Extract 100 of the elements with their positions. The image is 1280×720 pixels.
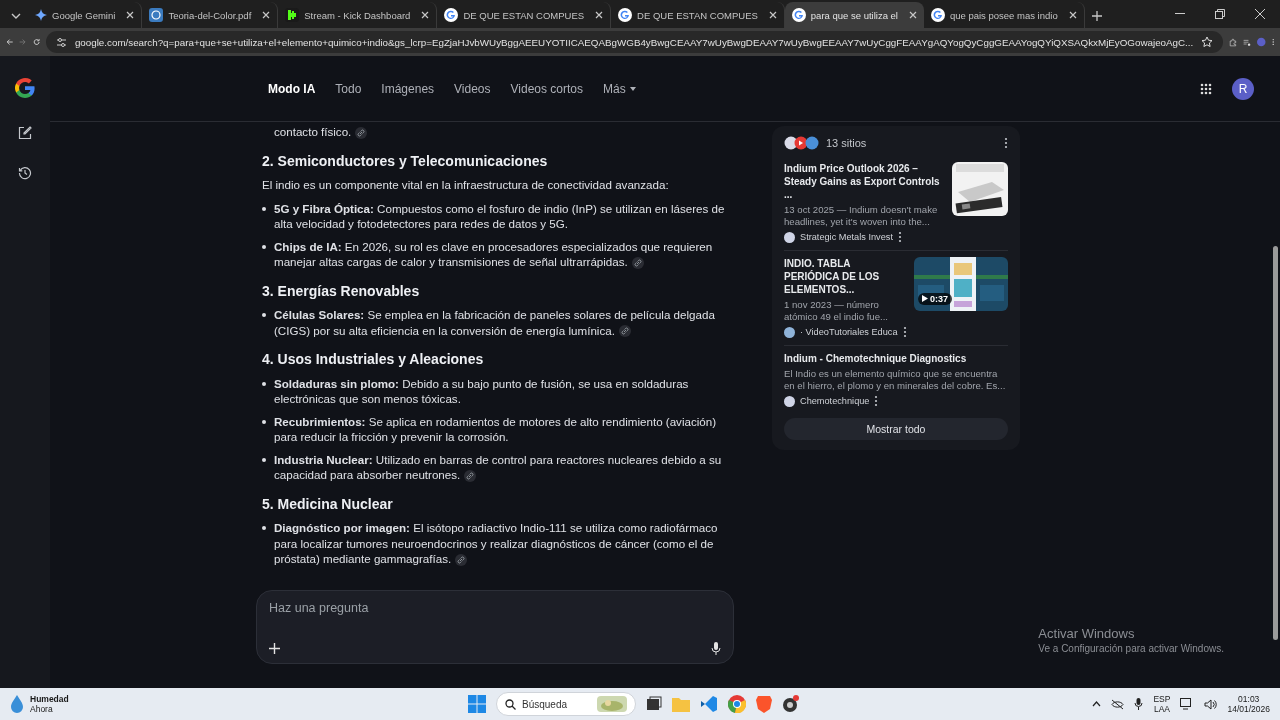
bullet-text: Recubrimientos: Se aplica en rodamientos de motores de alto rendimiento (aviación) para reducir la fricción y prevenir la corrosión. xyxy=(274,413,718,445)
video-duration: 0:37 xyxy=(918,293,952,305)
speaker-icon[interactable] xyxy=(1204,698,1218,710)
k-logo-icon xyxy=(285,8,300,22)
nav-tab[interactable]: Imágenes xyxy=(381,81,435,96)
g-logo-icon xyxy=(618,8,633,22)
nav-tab[interactable]: Modo IA xyxy=(268,81,316,96)
source-snippet: 13 oct 2025 — Indium doesn't make headlines, yet it's woven into the... xyxy=(784,204,939,228)
bullet-icon xyxy=(262,381,266,386)
activation-title: Activar Windows xyxy=(1038,626,1136,641)
site-name: Chemotechnique xyxy=(800,396,870,406)
google-logo-icon[interactable] xyxy=(13,76,37,100)
task-view-icon[interactable] xyxy=(646,696,662,712)
nav-tab[interactable]: Videos cortos xyxy=(510,81,584,96)
lion-shield-icon[interactable] xyxy=(756,695,772,713)
answer-text: contacto físico. xyxy=(262,124,728,140)
bullet-text: Soldaduras sin plomo: Debido a su bajo punto de fusión, se usa en soldaduras electrónicas que son menos tóxicas. xyxy=(274,375,690,407)
g-logo-icon xyxy=(444,8,459,22)
more-icon[interactable] xyxy=(874,395,879,407)
section-heading: 3. Energías Renovables xyxy=(262,283,421,299)
nav-tab[interactable]: Todo xyxy=(335,81,362,96)
link-icon[interactable] xyxy=(464,469,477,482)
site-name: · VideoTutoriales Educa xyxy=(800,327,898,337)
scrollbar-thumb[interactable] xyxy=(1273,246,1278,640)
bullet-text: Chips de IA: En 2026, su rol es clave en procesadores especializados que requieren manejar altas cargas de calor y transmisiones de señal ultrarrápidas. xyxy=(274,238,714,270)
account-avatar[interactable]: R xyxy=(1232,77,1254,100)
more-icon[interactable] xyxy=(902,326,907,338)
caret-icon xyxy=(629,86,636,91)
g-logo-icon xyxy=(791,8,806,22)
eye-off-icon[interactable] xyxy=(1111,698,1125,710)
close-icon[interactable] xyxy=(908,11,917,19)
site-settings-icon[interactable] xyxy=(55,36,67,48)
url-text: google.com/search?q=para+que+se+utiliza+el+elemento+quimico+indio&gs_lcrp=EgZjaHJvbWUyBggAEEUYOTIICAEQABgWGB4yBwgCEAAY7wUyBwgDEAAY7wUyBwgEEAAY7wUyCggFEAAYgAQYogQyCggGEAAYogQYiQXSAQkxMjEyOGowajeoAgC... xyxy=(74,36,1194,48)
site-favicon-icon xyxy=(784,231,795,243)
close-icon[interactable] xyxy=(126,11,135,19)
link-icon[interactable] xyxy=(355,126,368,139)
back-icon[interactable] xyxy=(6,36,14,48)
microphone-icon[interactable] xyxy=(1134,698,1144,710)
play-icon xyxy=(922,295,928,302)
close-icon[interactable] xyxy=(262,11,271,19)
bullet-icon xyxy=(262,419,266,424)
edit-icon[interactable] xyxy=(18,126,32,140)
minimize-icon xyxy=(1175,13,1185,15)
star-icon[interactable] xyxy=(1201,36,1214,48)
history-icon[interactable] xyxy=(18,166,32,180)
nav-tab[interactable]: Videos xyxy=(454,81,491,96)
plus-icon[interactable] xyxy=(269,643,280,654)
restore-icon xyxy=(1215,9,1225,19)
close-icon xyxy=(1255,9,1265,19)
clock[interactable]: 01:03 14/01/2026 xyxy=(1227,694,1270,714)
apps-grid-icon[interactable] xyxy=(1200,82,1212,95)
close-icon[interactable] xyxy=(421,11,430,19)
link-icon[interactable] xyxy=(618,325,631,338)
section-heading: 5. Medicina Nuclear xyxy=(262,496,394,512)
bullet-icon xyxy=(262,457,266,462)
code-editor-icon[interactable] xyxy=(700,695,718,713)
source-snippet: 1 nov 2023 — número atómico 49 el indio fue... xyxy=(784,299,889,323)
sparkle-icon xyxy=(35,9,47,21)
source-item[interactable]: Indium Price Outlook 2026 – Steady Gains as Export Controls ... 13 oct 2025 — Indium doesn't make headlines, yet it's woven into the... Strategic Metals Invest xyxy=(784,156,1008,251)
section-heading: 4. Usos Industriales y Aleaciones xyxy=(262,352,485,368)
reload-icon[interactable] xyxy=(32,36,40,48)
question-field[interactable]: Haz una pregunta xyxy=(269,601,721,615)
browser-tab[interactable]: para que se utiliza el xyxy=(784,2,924,28)
source-title: INDIO. TABLA PERIÓDICA DE LOS ELEMENTOS... xyxy=(784,257,881,296)
bullet-icon xyxy=(262,526,266,530)
microphone-icon[interactable] xyxy=(711,642,721,655)
source-title: Indium - Chemotechnique Diagnostics xyxy=(784,352,968,365)
g-logo-icon xyxy=(930,8,945,22)
address-bar[interactable]: google.com/search?q=para+que+se+utiliza+el+elemento+quimico+indio&gs_lcrp=EgZjaHJvbWUyBggAEEUYOTIICAEQABgWGB4yBwgCEAAY7wUyBwgDEAAY7wUyBwgEEAAY7wUyCggFEAAYgAQYogQyCggGEAAYogQYiQXSAQkxMjEyOGowajeoAgC... xyxy=(45,31,1224,53)
weather-subtitle: Ahora xyxy=(30,704,54,714)
site-favicon-icon xyxy=(784,395,795,407)
nav-tab[interactable]: Más xyxy=(603,81,636,96)
bullet-icon xyxy=(262,313,266,317)
activation-text: Ve a Configuración para activar Windows. xyxy=(1038,643,1224,654)
close-icon[interactable] xyxy=(1068,11,1077,19)
close-icon[interactable] xyxy=(595,11,604,19)
source-snippet: El Indio es un elemento químico que se encuentra en el hierro, el plomo y en minerales del cobre. Es... xyxy=(784,368,1007,392)
record-app-icon[interactable] xyxy=(782,695,800,713)
bullet-text: Células Solares: Se emplea en la fabricación de paneles solares de película delgada (CIGS) por su alta eficiencia en la conversión de energía lumínica. xyxy=(274,307,716,338)
source-item[interactable]: Indium - Chemotechnique Diagnostics El Indio es un elemento químico que se encuentra en el hierro, el plomo y en minerales del cobre. Es... Chemotechnique xyxy=(784,346,1008,414)
chrome-icon[interactable] xyxy=(728,695,746,713)
sources-count: 13 sitios xyxy=(826,137,868,149)
link-icon[interactable] xyxy=(455,553,468,566)
menu-icon[interactable] xyxy=(1271,36,1274,48)
close-icon[interactable] xyxy=(768,11,777,19)
bullet-text: 5G y Fibra Óptica: Compuestos como el fosfuro de indio (InP) se utilizan en láseres de alta velocidad y fotodetectores para redes de datos y 5G. xyxy=(274,200,726,232)
show-all-button[interactable]: Mostrar todo xyxy=(784,418,1008,440)
bullet-icon xyxy=(262,206,266,211)
language-indicator[interactable]: ESP LAA xyxy=(1153,694,1171,714)
chevron-up-icon[interactable] xyxy=(1092,701,1102,707)
site-favicon-icon xyxy=(784,326,795,338)
link-icon[interactable] xyxy=(631,256,644,269)
weather-title: Humedad xyxy=(30,694,69,704)
windows-start-icon[interactable] xyxy=(468,695,486,713)
source-item[interactable]: INDIO. TABLA PERIÓDICA DE LOS ELEMENTOS... 1 nov 2023 — número atómico 49 el indio fue... 0:37 · VideoTutoriales Educa xyxy=(784,251,1008,346)
more-icon[interactable] xyxy=(897,231,902,243)
taskbar-search[interactable]: Búsqueda xyxy=(496,692,636,716)
document-icon xyxy=(149,8,164,22)
more-icon[interactable] xyxy=(1004,137,1008,149)
bullet-text: Diagnóstico por imagen: El isótopo radiactivo Indio-111 se utiliza como radiofármaco para localizar tumores neuroendocrinos y realizar diagnósticos de cáncer (como el de próstata) mediante gammagrafías. xyxy=(274,520,719,567)
